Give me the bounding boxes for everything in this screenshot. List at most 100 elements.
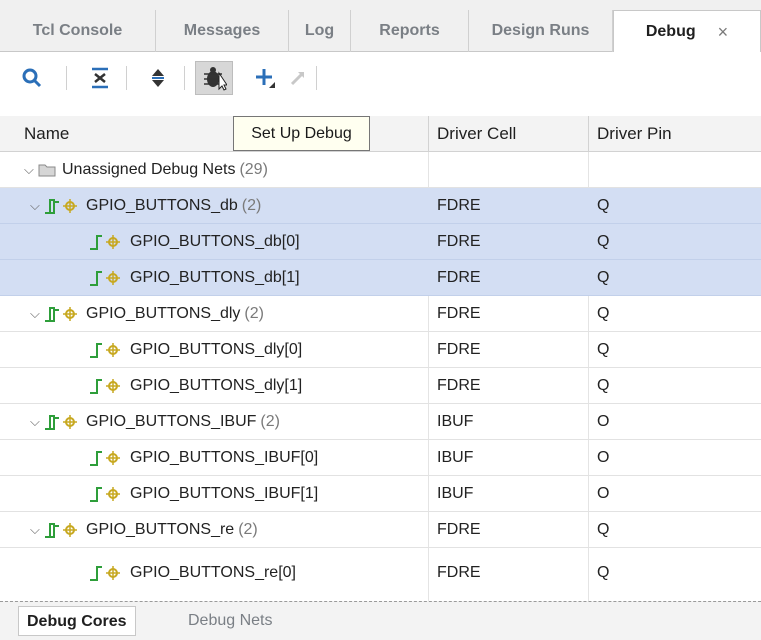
net-name: GPIO_BUTTONS_dly [86,304,241,322]
driver-pin: Q [597,521,610,538]
driver-cell: FDRE [437,377,481,394]
net-count: (2) [244,304,264,322]
toolbar-separator [184,66,185,90]
tab-debug-cores[interactable]: Debug Cores [18,606,136,636]
table-header: Name Driver Cell Driver Pin [0,116,761,152]
set-up-debug-icon [204,67,227,91]
driver-cell: IBUF [437,413,474,430]
net-name: GPIO_BUTTONS_re[0] [130,563,296,581]
table-row[interactable]: ⌵ GPIO_BUTTONS_dly (2) FDRE Q [0,296,761,332]
add-button[interactable] [249,62,281,94]
tab-debug-nets[interactable]: Debug Nets [180,606,281,636]
driver-pin: Q [597,197,610,214]
remove-icon [290,72,304,86]
chevron-down-icon[interactable]: ⌵ [30,198,44,214]
net-count: (2) [260,412,280,430]
close-icon[interactable]: × [718,22,729,43]
driver-pin: Q [597,233,610,250]
toolbar-separator [126,66,127,90]
net-name: GPIO_BUTTONS_db[0] [130,232,300,250]
driver-cell: FDRE [437,269,481,286]
table-row[interactable]: GPIO_BUTTONS_re[0] FDRE Q [0,548,761,601]
group-count: (29) [239,160,268,178]
net-count: (2) [241,196,262,214]
driver-cell: FDRE [437,521,481,538]
net-icon [88,485,124,503]
search-icon [22,68,42,88]
add-icon [256,69,275,88]
tab-label: Design Runs [491,22,590,39]
column-header-driver-pin[interactable]: Driver Pin [589,116,761,151]
net-icon [88,233,124,251]
table-row[interactable]: GPIO_BUTTONS_db[0] FDRE Q [0,224,761,260]
net-name: GPIO_BUTTONS_IBUF[0] [130,448,319,466]
tab-label: Reports [379,22,440,39]
debug-toolbar [0,52,761,108]
driver-cell: FDRE [437,197,481,214]
toolbar-separator [316,66,317,90]
net-icon [88,449,124,467]
tab-reports[interactable]: Reports [351,10,469,52]
driver-cell: FDRE [437,564,481,581]
net-name: GPIO_BUTTONS_IBUF [86,412,257,430]
chevron-down-icon[interactable]: ⌵ [30,522,44,538]
tab-label: Log [304,22,335,39]
chevron-down-icon[interactable]: ⌵ [30,414,44,430]
set-up-debug-tooltip: Set Up Debug [233,116,370,151]
table-row[interactable]: ⌵ GPIO_BUTTONS_IBUF (2) IBUF O [0,404,761,440]
expand-all-button[interactable] [142,62,174,94]
tree-group-row[interactable]: ⌵ Unassigned Debug Nets (29) [0,152,761,188]
driver-cell: IBUF [437,485,474,502]
panel-tab-bar: Tcl Console Messages Log Reports Design … [0,0,761,53]
tab-label: Messages [183,22,261,39]
chevron-down-icon[interactable]: ⌵ [24,162,38,178]
tab-log[interactable]: Log [289,10,351,52]
table-row[interactable]: GPIO_BUTTONS_dly[0] FDRE Q [0,332,761,368]
column-header-driver-cell[interactable]: Driver Cell [429,116,589,151]
table-row[interactable]: GPIO_BUTTONS_IBUF[0] IBUF O [0,440,761,476]
expand-all-icon [152,69,164,87]
tab-label: Debug [645,23,696,40]
tab-tcl-console[interactable]: Tcl Console [0,10,156,52]
table-row[interactable]: GPIO_BUTTONS_dly[1] FDRE Q [0,368,761,404]
bus-net-icon [44,305,80,323]
bottom-tab-bar: Debug Cores Debug Nets [0,601,761,640]
driver-cell: FDRE [437,341,481,358]
net-icon [88,341,124,359]
collapse-all-icon [92,67,108,89]
folder-icon [38,163,56,177]
net-name: GPIO_BUTTONS_dly[0] [130,340,303,358]
toolbar-separator [66,66,67,90]
tab-messages[interactable]: Messages [156,10,289,52]
driver-pin: Q [597,564,610,581]
search-button[interactable] [16,62,48,94]
set-up-debug-button[interactable] [195,61,233,95]
tab-label: Debug Cores [27,613,127,630]
bus-net-icon [44,197,80,215]
tab-design-runs[interactable]: Design Runs [469,10,613,52]
collapse-all-button[interactable] [84,62,116,94]
driver-pin: Q [597,269,610,286]
table-row[interactable]: GPIO_BUTTONS_db[1] FDRE Q [0,260,761,296]
net-count: (2) [238,520,258,538]
net-icon [88,564,124,582]
tab-debug[interactable]: Debug × [613,10,761,53]
driver-pin: Q [597,377,610,394]
net-name: GPIO_BUTTONS_re [86,520,235,538]
bus-net-icon [44,413,80,431]
net-icon [88,269,124,287]
driver-cell: IBUF [437,449,474,466]
net-name: GPIO_BUTTONS_IBUF[1] [130,484,319,502]
bus-net-icon [44,521,80,539]
group-label: Unassigned Debug Nets [62,160,236,178]
chevron-down-icon[interactable]: ⌵ [30,306,44,322]
tab-label: Tcl Console [32,22,123,39]
net-name: GPIO_BUTTONS_db [86,196,238,214]
remove-button[interactable] [282,62,314,94]
table-row[interactable]: ⌵ GPIO_BUTTONS_db (2) FDRE Q [0,188,761,224]
table-row[interactable]: GPIO_BUTTONS_IBUF[1] IBUF O [0,476,761,512]
table-row[interactable]: ⌵ GPIO_BUTTONS_re (2) FDRE Q [0,512,761,548]
driver-cell: FDRE [437,233,481,250]
net-icon [88,377,124,395]
driver-cell: FDRE [437,305,481,322]
